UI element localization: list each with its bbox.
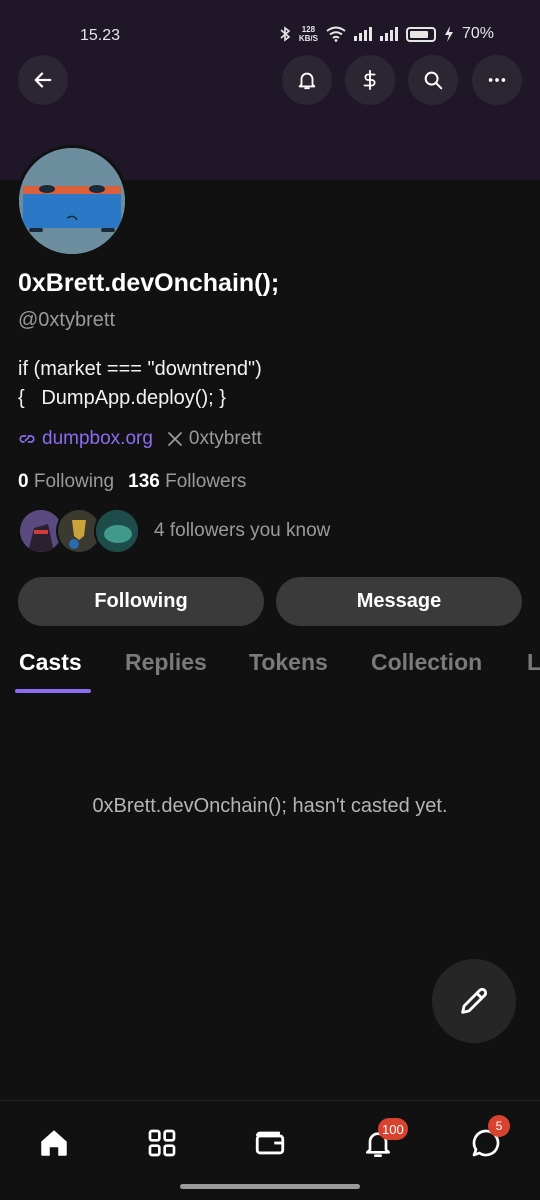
tip-button[interactable] <box>345 55 395 105</box>
wallet-icon <box>255 1131 285 1155</box>
active-tab-indicator <box>15 689 91 693</box>
tab-overflow[interactable]: L <box>527 649 540 676</box>
nav-wallet[interactable] <box>250 1123 290 1163</box>
status-icons: 128 KB/S 70% <box>279 25 494 43</box>
followers-count: 136 <box>128 471 160 492</box>
following-button[interactable]: Following <box>18 577 264 626</box>
bell-icon <box>298 72 316 90</box>
dollar-icon <box>363 69 376 91</box>
tab-replies[interactable]: Replies <box>125 649 207 676</box>
profile-tabs: Casts Replies Tokens Collection L <box>0 645 540 695</box>
status-bar: 15.23 128 KB/S 70% <box>0 0 540 70</box>
x-profile-link[interactable]: 0xtybrett <box>167 428 262 450</box>
notifications-badge: 100 <box>378 1118 408 1140</box>
battery-percent: 70% <box>461 25 494 42</box>
followers-count-link[interactable]: 136 Followers <box>128 471 246 493</box>
tab-collection[interactable]: Collection <box>371 649 482 676</box>
website-link[interactable]: dumpbox.org <box>18 428 153 450</box>
signal-icon-2 <box>379 27 398 41</box>
username-handle: @0xtybrett <box>18 309 116 331</box>
avatar[interactable] <box>16 145 128 257</box>
following-count-link[interactable]: 0 Following <box>18 471 114 493</box>
messages-badge: 5 <box>488 1115 510 1137</box>
wifi-icon <box>326 26 346 42</box>
search-icon <box>424 71 443 90</box>
battery-icon <box>405 26 436 42</box>
empty-state-message: 0xBrett.devOnchain(); hasn't casted yet. <box>92 795 448 817</box>
tab-tokens[interactable]: Tokens <box>249 649 328 676</box>
notifications-button[interactable] <box>282 55 332 105</box>
display-name: 0xBrett.devOnchain(); <box>18 269 280 297</box>
profile-links: dumpbox.org 0xtybrett <box>18 428 262 450</box>
pencil-icon <box>461 987 488 1014</box>
more-button[interactable] <box>472 55 522 105</box>
charging-icon <box>444 26 453 42</box>
nav-messages[interactable]: 5 <box>466 1115 510 1163</box>
x-handle-label: 0xtybrett <box>188 428 262 449</box>
avatar-image <box>19 148 125 254</box>
website-link-label: dumpbox.org <box>42 428 153 449</box>
signal-icon <box>353 27 372 41</box>
following-count: 0 <box>18 471 29 492</box>
compose-button[interactable] <box>432 959 516 1043</box>
x-logo-icon <box>168 432 182 446</box>
followers-you-know-label: 4 followers you know <box>154 520 331 541</box>
bluetooth-icon <box>280 26 291 42</box>
system-home-indicator <box>180 1184 360 1189</box>
link-icon <box>19 435 35 443</box>
message-button[interactable]: Message <box>276 577 522 626</box>
tab-casts[interactable]: Casts <box>19 649 82 676</box>
follow-counts: 0 Following 136 Followers <box>18 471 246 493</box>
back-button[interactable] <box>18 55 68 105</box>
known-follower-avatar <box>94 508 140 554</box>
home-icon <box>41 1130 67 1156</box>
status-time: 15.23 <box>80 27 121 44</box>
net-speed: 128 KB/S <box>298 25 318 43</box>
search-button[interactable] <box>408 55 458 105</box>
nav-explore[interactable] <box>142 1123 182 1163</box>
profile-bio: if (market === "downtrend") { DumpApp.de… <box>18 358 262 409</box>
nav-home[interactable] <box>34 1123 74 1163</box>
followers-you-know[interactable]: 4 followers you know <box>18 508 330 554</box>
following-label: Following <box>33 471 115 492</box>
grid-icon <box>148 1129 176 1157</box>
back-arrow-icon <box>34 72 52 88</box>
nav-notifications[interactable]: 100 <box>358 1118 408 1163</box>
followers-label: Followers <box>165 471 247 492</box>
more-icon <box>488 78 506 82</box>
